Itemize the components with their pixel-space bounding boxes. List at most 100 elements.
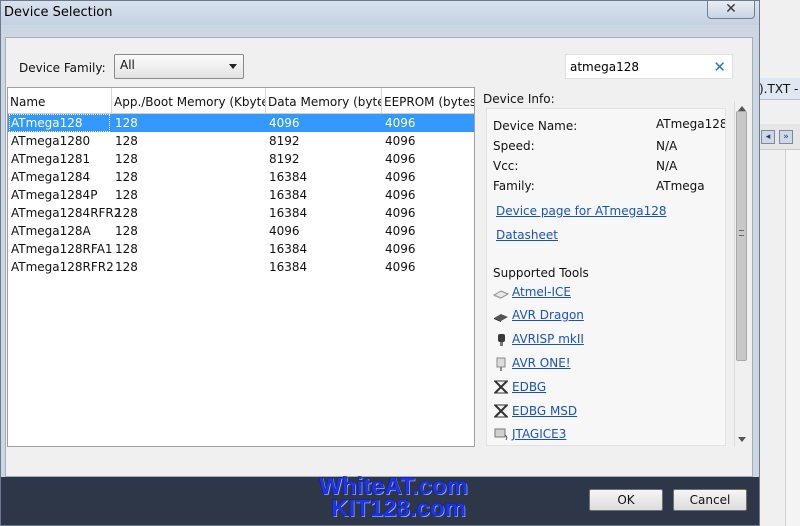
device-name-label: Device Name:	[493, 119, 578, 133]
cell-data-memory: 16384	[269, 206, 308, 220]
speed-label: Speed:	[493, 139, 535, 153]
device-page-link[interactable]: Device page for ATmega128	[496, 204, 667, 218]
table-row[interactable]: ATmega128A 128 4096 4096	[8, 222, 474, 240]
table-row[interactable]: ATmega1281 128 8192 4096	[8, 150, 474, 168]
background-editor-window: ).TXT - ◂ »	[754, 0, 800, 526]
edbg-icon	[494, 380, 508, 394]
column-header-eeprom[interactable]: EEPROM (bytes)	[382, 88, 474, 114]
cancel-button[interactable]: Cancel	[673, 489, 747, 511]
column-header-app-memory[interactable]: App./Boot Memory (Kbytes)	[112, 88, 266, 114]
table-row[interactable]: ATmega128RFA1 128 16384 4096	[8, 240, 474, 258]
cell-app-memory: 128	[115, 134, 138, 148]
speed-value: N/A	[656, 139, 678, 153]
cell-name: ATmega1284	[11, 170, 91, 184]
cell-data-memory: 8192	[269, 134, 300, 148]
supported-tools-title: Supported Tools	[493, 266, 589, 280]
column-header-data-memory[interactable]: Data Memory (bytes)	[266, 88, 382, 114]
cell-app-memory: 128	[115, 116, 138, 130]
tool-link-atmel-ice[interactable]: Atmel-ICE	[512, 285, 571, 299]
cell-name: ATmega1284RFR2	[11, 206, 122, 220]
jtagice3-icon	[494, 428, 508, 441]
cell-eeprom: 4096	[385, 116, 416, 130]
table-row[interactable]: ATmega1284RFR2 128 16384 4096	[8, 204, 474, 222]
device-family-value: All	[120, 58, 135, 72]
table-row[interactable]: ATmega1280 128 8192 4096	[8, 132, 474, 150]
device-table: Name App./Boot Memory (Kbytes) Data Memo…	[7, 87, 475, 447]
vcc-value: N/A	[656, 159, 678, 173]
device-name-value: ATmega128	[656, 117, 726, 131]
cell-eeprom: 4096	[385, 260, 416, 274]
prev-icon[interactable]: ◂	[761, 130, 775, 144]
cell-app-memory: 128	[115, 260, 138, 274]
datasheet-link[interactable]: Datasheet	[496, 228, 558, 242]
search-input[interactable]	[570, 59, 710, 75]
cell-eeprom: 4096	[385, 188, 416, 202]
device-family-label: Device Family:	[19, 61, 106, 75]
column-header-name[interactable]: Name	[8, 88, 112, 114]
cell-eeprom: 4096	[385, 134, 416, 148]
table-row[interactable]: ATmega128 128 4096 4096	[8, 114, 474, 132]
clear-search-icon[interactable]: ✕	[713, 58, 726, 76]
close-icon: ✕	[725, 1, 737, 17]
cell-app-memory: 128	[115, 242, 138, 256]
ok-button[interactable]: OK	[589, 489, 663, 511]
cell-data-memory: 16384	[269, 260, 308, 274]
cell-app-memory: 128	[115, 188, 138, 202]
grip-icon	[739, 230, 744, 236]
cell-eeprom: 4096	[385, 242, 416, 256]
device-info-label: Device Info:	[483, 92, 555, 106]
device-family-select[interactable]: All	[114, 54, 244, 79]
tool-link-edbg[interactable]: EDBG	[512, 380, 546, 394]
device-info-pane: Device Name: ATmega128 Speed: N/A Vcc: N…	[486, 108, 726, 446]
cell-name: ATmega128A	[11, 224, 91, 238]
cell-data-memory: 16384	[269, 188, 308, 202]
table-row[interactable]: ATmega1284P 128 16384 4096	[8, 186, 474, 204]
fast-forward-icon[interactable]: »	[779, 130, 793, 144]
cell-eeprom: 4096	[385, 206, 416, 220]
cell-data-memory: 16384	[269, 242, 308, 256]
background-tab[interactable]: ).TXT -	[755, 78, 800, 100]
tool-link-avr-one[interactable]: AVR ONE!	[512, 356, 571, 370]
scroll-thumb[interactable]	[736, 111, 747, 361]
cell-name: ATmega128RFR2	[11, 260, 114, 274]
edbg-msd-icon	[494, 404, 508, 418]
cell-eeprom: 4096	[385, 170, 416, 184]
cell-data-memory: 4096	[269, 224, 300, 238]
cell-app-memory: 128	[115, 152, 138, 166]
info-scrollbar[interactable]	[734, 101, 748, 447]
cell-data-memory: 16384	[269, 170, 308, 184]
cell-name: ATmega128RFA1	[11, 242, 113, 256]
cell-app-memory: 128	[115, 170, 138, 184]
avrisp-icon	[498, 334, 505, 346]
avr-dragon-icon	[494, 314, 508, 322]
tool-link-avrisp-mkii[interactable]: AVRISP mkII	[512, 332, 584, 346]
close-button[interactable]: ✕	[707, 1, 755, 19]
scroll-down-icon[interactable]	[738, 437, 746, 442]
atmel-ice-icon	[493, 290, 509, 299]
table-row[interactable]: ATmega1284 128 16384 4096	[8, 168, 474, 186]
cell-data-memory: 4096	[269, 116, 300, 130]
avr-one-icon	[496, 357, 506, 371]
chevron-down-icon	[229, 64, 237, 69]
cell-name: ATmega1281	[11, 152, 91, 166]
dialog-client-area: Device Family: All ✕ Name App./Boot Memo…	[5, 37, 753, 477]
search-box[interactable]: ✕	[565, 54, 733, 79]
table-header: Name App./Boot Memory (Kbytes) Data Memo…	[8, 88, 474, 114]
cell-eeprom: 4096	[385, 224, 416, 238]
title-bar: Device Selection ✕	[1, 1, 759, 25]
watermark-line-2: KIT128.com	[331, 495, 466, 523]
table-row[interactable]: ATmega128RFR2 128 16384 4096	[8, 258, 474, 276]
cell-eeprom: 4096	[385, 152, 416, 166]
cell-app-memory: 128	[115, 206, 138, 220]
tool-link-jtagice3[interactable]: JTAGICE3	[512, 427, 566, 441]
dialog-button-bar: WhiteAT.com KIT128.com OK Cancel	[1, 473, 759, 525]
tool-link-avr-dragon[interactable]: AVR Dragon	[512, 308, 584, 322]
background-scrollbar[interactable]	[785, 150, 800, 526]
cell-app-memory: 128	[115, 224, 138, 238]
tool-link-edbg-msd[interactable]: EDBG MSD	[512, 404, 577, 418]
cell-data-memory: 8192	[269, 152, 300, 166]
family-label: Family:	[493, 179, 535, 193]
cell-name: ATmega128	[11, 116, 83, 130]
cell-name: ATmega1284P	[11, 188, 98, 202]
cell-name: ATmega1280	[11, 134, 91, 148]
